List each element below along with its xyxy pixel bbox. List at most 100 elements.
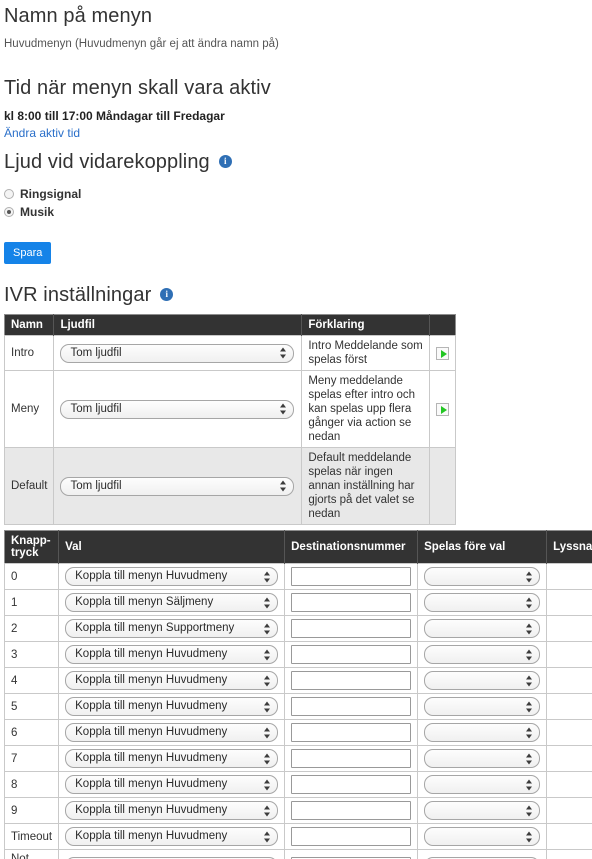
radio-ringsignal-icon[interactable] — [4, 189, 14, 199]
save-button[interactable]: Spara — [4, 242, 52, 264]
stepper-arrows-icon — [264, 778, 271, 791]
keypress-choice-select[interactable]: Koppla till menyn Huvudmeny — [65, 749, 279, 768]
ivr-row-listen-cell — [428, 447, 457, 525]
keypress-row-key: 3 — [3, 641, 60, 668]
keypress-choice-select[interactable]: Koppla till menyn Huvudmeny — [65, 697, 279, 716]
keypress-row-choice-cell: Koppla till menyn Huvudmeny — [58, 641, 286, 668]
keypress-row-destination-cell — [284, 693, 419, 720]
ivr-settings-section: IVR inställningar i — [4, 283, 174, 307]
keypress-table-header-row: Knapp- tryck Val Destinationsnummer Spel… — [4, 530, 592, 564]
play-icon[interactable] — [435, 402, 449, 416]
table-row: Intro Tom ljudfil Intro Meddelande som s… — [3, 335, 457, 371]
table-row: Timeout Koppla till menyn Huvudmeny — [3, 823, 592, 850]
keypress-row-key: 2 — [3, 615, 60, 642]
table-row: 0 Koppla till menyn Huvudmeny — [3, 563, 592, 590]
before-choice-select[interactable] — [424, 619, 541, 638]
before-choice-select[interactable] — [424, 749, 541, 768]
stepper-arrows-icon — [526, 752, 533, 765]
before-choice-select[interactable] — [424, 801, 541, 820]
table-row: 7 Koppla till menyn Huvudmeny — [3, 745, 592, 772]
keypress-row-before-choice-cell — [417, 667, 548, 694]
before-choice-select[interactable] — [424, 593, 541, 612]
ivr-sound-select-value: Tom ljudfil — [70, 346, 122, 359]
ivr-sound-select[interactable]: Tom ljudfil — [60, 476, 295, 496]
before-choice-select[interactable] — [424, 827, 541, 846]
before-choice-select[interactable] — [424, 697, 541, 716]
keypress-row-destination-cell — [284, 589, 419, 616]
stepper-arrows-icon — [264, 752, 271, 765]
keypress-row-choice-cell: Koppla till menyn Huvudmeny — [58, 823, 286, 850]
before-choice-select[interactable] — [424, 671, 541, 690]
radio-option-ringsignal[interactable]: Ringsignal — [4, 186, 564, 202]
keypress-choice-select[interactable]: Koppla till menyn Huvudmeny — [65, 645, 279, 664]
keypress-choice-select[interactable]: Koppla till menyn Huvudmeny — [65, 801, 279, 820]
ivr-sound-select[interactable]: Tom ljudfil — [60, 399, 295, 419]
ivr-sound-select-value: Tom ljudfil — [70, 479, 122, 492]
table-row: 6 Koppla till menyn Huvudmeny — [3, 719, 592, 746]
destination-input[interactable] — [291, 671, 412, 690]
keypress-choice-select[interactable]: Koppla till menyn Huvudmeny — [65, 775, 279, 794]
edit-active-time-link[interactable]: Ändra aktiv tid — [4, 125, 80, 141]
keypress-row-destination-cell — [284, 667, 419, 694]
before-choice-select[interactable] — [424, 567, 541, 586]
destination-input[interactable] — [291, 645, 412, 664]
before-choice-select[interactable] — [424, 775, 541, 794]
info-icon-ivr[interactable]: i — [160, 288, 174, 301]
stepper-arrows-icon — [264, 830, 271, 843]
stepper-arrows-icon — [264, 570, 271, 583]
before-choice-select[interactable] — [424, 723, 541, 742]
keypress-row-listen-cell — [546, 667, 592, 694]
destination-input[interactable] — [291, 619, 412, 638]
ivr-row-sound-cell: Tom ljudfil — [53, 447, 303, 525]
destination-input[interactable] — [291, 697, 412, 716]
keypress-row-listen-cell — [546, 849, 592, 859]
keypress-choice-select[interactable]: Koppla till menyn Huvudmeny — [65, 671, 279, 690]
keypress-row-key: Timeout — [3, 823, 60, 850]
keypress-col-spelas-fore-val: Spelas före val — [417, 530, 548, 564]
keypress-choice-select[interactable]: Koppla till menyn Säljmeny — [65, 593, 279, 612]
keypress-choice-select[interactable]: Koppla till menyn Huvudmeny — [65, 567, 279, 586]
keypress-row-key: 4 — [3, 667, 60, 694]
keypress-row-choice-cell: Koppla till menyn Säljmeny — [58, 589, 286, 616]
keypress-choice-select-value: Koppla till menyn Huvudmeny — [75, 804, 228, 816]
keypress-col-lyssna: Lyssna — [546, 530, 592, 564]
destination-input[interactable] — [291, 593, 412, 612]
keypress-choice-select[interactable]: Koppla till menyn Supportmeny — [65, 619, 279, 638]
keypress-row-choice-cell: Koppla till menyn Huvudmeny — [58, 797, 286, 824]
destination-input[interactable] — [291, 749, 412, 768]
keypress-choice-select[interactable]: Koppla till menyn Huvudmeny — [65, 827, 279, 846]
radio-musik-icon[interactable] — [4, 207, 14, 217]
destination-input[interactable] — [291, 801, 412, 820]
ivr-sound-select[interactable]: Tom ljudfil — [60, 343, 295, 363]
table-row: 3 Koppla till menyn Huvudmeny — [3, 641, 592, 668]
active-time-heading: Tid när menyn skall vara aktiv — [4, 77, 271, 99]
stepper-arrows-icon — [526, 778, 533, 791]
destination-input[interactable] — [291, 567, 412, 586]
keypress-row-before-choice-cell — [417, 771, 548, 798]
table-row: 1 Koppla till menyn Säljmeny — [3, 589, 592, 616]
keypress-choice-select[interactable]: Koppla till menyn Huvudmeny — [65, 723, 279, 742]
menu-name-heading: Namn på menyn — [4, 5, 153, 27]
keypress-row-listen-cell — [546, 589, 592, 616]
radio-option-musik[interactable]: Musik — [4, 204, 564, 220]
before-choice-select[interactable] — [424, 645, 541, 664]
keypress-row-key: 0 — [3, 563, 60, 590]
keypress-choice-select-value: Koppla till menyn Huvudmeny — [75, 830, 228, 842]
table-row: 5 Koppla till menyn Huvudmeny — [3, 693, 592, 720]
ivr-col-forklaring: Förklaring — [301, 314, 430, 336]
keypress-table: Knapp- tryck Val Destinationsnummer Spel… — [3, 530, 592, 859]
stepper-arrows-icon — [526, 596, 533, 609]
ivr-col-ljudfil: Ljudfil — [53, 314, 303, 336]
stepper-arrows-icon — [280, 403, 287, 416]
destination-input[interactable] — [291, 723, 412, 742]
play-icon[interactable] — [435, 346, 449, 360]
ivr-col-lyssna — [429, 314, 456, 336]
info-icon[interactable]: i — [218, 155, 232, 168]
destination-input[interactable] — [291, 827, 412, 846]
keypress-row-listen-cell — [546, 693, 592, 720]
stepper-arrows-icon — [526, 674, 533, 687]
destination-input[interactable] — [291, 775, 412, 794]
keypress-choice-select-value: Koppla till menyn Huvudmeny — [75, 700, 228, 712]
keypress-row-listen-cell — [546, 641, 592, 668]
keypress-row-listen-cell — [546, 563, 592, 590]
